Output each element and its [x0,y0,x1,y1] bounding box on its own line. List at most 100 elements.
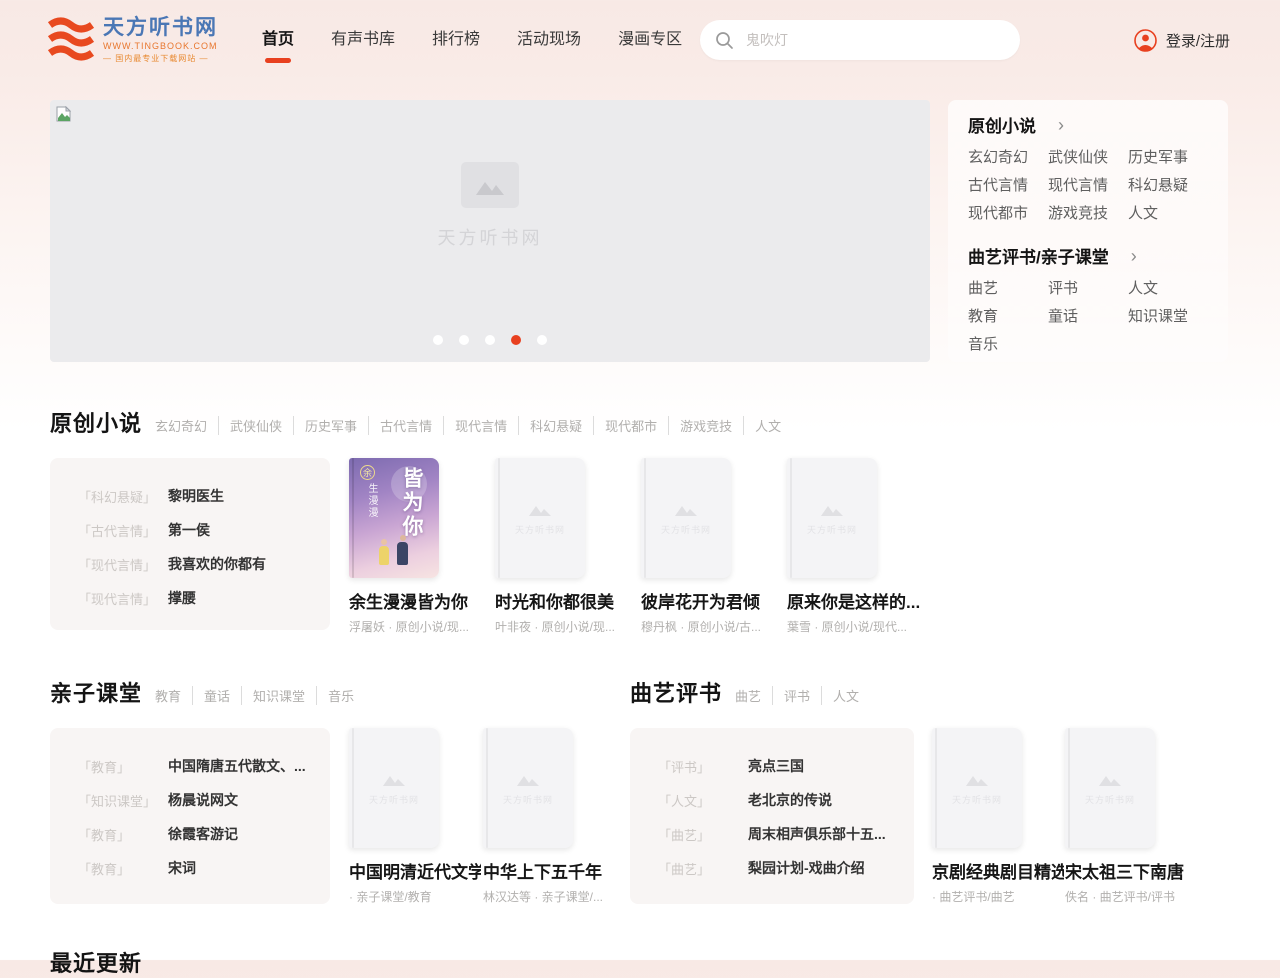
sidebar-link[interactable]: 古代言情 [968,172,1048,200]
image-placeholder-icon [1098,771,1122,787]
list-item[interactable]: 「教育」 徐霞客游记 [78,824,330,844]
book-card[interactable]: 天方听书网 原来你是这样的... 葉雪 · 原创小说/现代... [787,458,927,635]
carousel-dot-1[interactable] [433,335,443,345]
list-item[interactable]: 「评书」 亮点三国 [658,756,914,776]
section-tag[interactable]: 教育 [155,686,193,705]
nav-item-rankings[interactable]: 排行榜 [432,0,480,80]
sidebar-link[interactable]: 教育 [968,303,1048,331]
list-item[interactable]: 「曲艺」 周末相声俱乐部十五... [658,824,914,844]
list-item[interactable]: 「现代言情」 我喜欢的你都有 [78,554,330,574]
sidebar-link[interactable]: 童话 [1048,303,1128,331]
nav-item-events[interactable]: 活动现场 [517,0,581,80]
list-item-category: 「教育」 [78,757,168,776]
sidebar-link[interactable]: 游戏竞技 [1048,200,1128,228]
broken-image-icon [56,106,71,122]
book-card[interactable]: 天方听书网 中华上下五千年 林汉达等 · 亲子课堂/... [483,728,615,905]
section-title: 亲子课堂 [50,676,142,708]
user-avatar-icon [1134,29,1157,52]
logo-text: 天方听书网 WWW.TINGBOOK.COM — 国内最专业下载网站 — [103,17,218,64]
section-tag[interactable]: 人文 [744,416,792,435]
section-header-original-fiction: 原创小说 玄幻奇幻 武侠仙侠 历史军事 古代言情 现代言情 科幻悬疑 现代都市 … [50,406,792,438]
list-item-category: 「教育」 [78,859,168,878]
search-input[interactable] [746,32,996,48]
book-card[interactable]: 余 生漫漫 皆为你 余生漫漫皆为你 浮屠妖 · 原创小说/现... [349,458,489,635]
carousel-dot-3[interactable] [485,335,495,345]
section-tag[interactable]: 科幻悬疑 [519,416,594,435]
section-tag[interactable]: 现代言情 [444,416,519,435]
sidebar-link[interactable]: 人文 [1128,200,1208,228]
sidebar-link[interactable]: 知识课堂 [1128,303,1208,331]
section-tag[interactable]: 古代言情 [369,416,444,435]
section-tag[interactable]: 童话 [193,686,242,705]
carousel-dot-5[interactable] [537,335,547,345]
cover-watermark: 天方听书网 [369,793,419,806]
nav-item-home[interactable]: 首页 [262,0,294,80]
site-logo[interactable]: 天方听书网 WWW.TINGBOOK.COM — 国内最专业下载网站 — [48,17,218,64]
section-title: 曲艺评书 [630,676,722,708]
list-item-category: 「评书」 [658,757,748,776]
sidebar-link[interactable]: 评书 [1048,275,1128,303]
book-card[interactable]: 天方听书网 彼岸花开为君倾 穆丹枫 · 原创小说/古... [641,458,781,635]
list-item[interactable]: 「古代言情」 第一侯 [78,520,330,540]
sidebar-link[interactable]: 武侠仙侠 [1048,144,1128,172]
sidebar-link[interactable]: 玄幻奇幻 [968,144,1048,172]
book-card[interactable]: 天方听书网 京剧经典剧目精选 · 曲艺评书/曲艺 [932,728,1064,905]
carousel-dot-4-active[interactable] [511,335,521,345]
hot-list-quyi-pingshu: 「评书」 亮点三国 「人文」 老北京的传说 「曲艺」 周末相声俱乐部十五... … [630,728,914,904]
chevron-right-icon: › [1131,247,1137,265]
login-register[interactable]: 登录/注册 [1134,0,1230,80]
section-tag[interactable]: 评书 [773,686,822,705]
list-item-category: 「人文」 [658,791,748,810]
section-tag-list: 教育 童话 知识课堂 音乐 [155,686,365,705]
sidebar-group-quyi-kids[interactable]: 曲艺评书/亲子课堂 › [968,243,1208,268]
figure-man [397,542,408,565]
section-tag[interactable]: 现代都市 [594,416,669,435]
section-tag[interactable]: 人文 [822,686,870,705]
sidebar-link[interactable]: 人文 [1128,275,1208,303]
cover-side-text: 生漫漫 [364,483,379,519]
book-meta: 浮屠妖 · 原创小说/现... [349,618,489,635]
sidebar-link[interactable]: 曲艺 [968,275,1048,303]
book-card[interactable]: 天方听书网 时光和你都很美 叶非夜 · 原创小说/现... [495,458,635,635]
login-label: 登录/注册 [1166,30,1230,51]
list-item-title: 亮点三国 [748,756,804,776]
section-tag[interactable]: 音乐 [317,686,365,705]
list-item[interactable]: 「现代言情」 撑腰 [78,588,330,608]
book-cover-placeholder: 天方听书网 [1065,728,1155,848]
section-tag[interactable]: 游戏竞技 [669,416,744,435]
sidebar-link[interactable]: 现代言情 [1048,172,1128,200]
list-item[interactable]: 「教育」 中国隋唐五代散文、... [78,756,330,776]
list-item-category: 「古代言情」 [78,521,168,540]
nav-item-comics[interactable]: 漫画专区 [618,0,682,80]
logo-waves-icon [48,17,94,61]
section-header-kids-class: 亲子课堂 教育 童话 知识课堂 音乐 [50,676,365,708]
sidebar-link[interactable]: 现代都市 [968,200,1048,228]
nav-item-audio-library[interactable]: 有声书库 [331,0,395,80]
list-item[interactable]: 「科幻悬疑」 黎明医生 [78,486,330,506]
list-item[interactable]: 「知识课堂」 杨晨说网文 [78,790,330,810]
image-placeholder-icon [820,501,844,517]
section-tag[interactable]: 武侠仙侠 [219,416,294,435]
hot-list-kids-class: 「教育」 中国隋唐五代散文、... 「知识课堂」 杨晨说网文 「教育」 徐霞客游… [50,728,330,904]
section-tag[interactable]: 曲艺 [735,686,773,705]
sidebar-links-group-2: 曲艺 评书 人文 教育 童话 知识课堂 音乐 [968,275,1208,359]
carousel-dot-2[interactable] [459,335,469,345]
section-tag[interactable]: 知识课堂 [242,686,317,705]
chevron-right-icon: › [1058,116,1064,134]
hero-carousel[interactable]: 天方听书网 [50,100,930,362]
section-tag[interactable]: 玄幻奇幻 [155,416,219,435]
site-name: 天方听书网 [103,17,218,39]
list-item[interactable]: 「人文」 老北京的传说 [658,790,914,810]
sidebar-link[interactable]: 科幻悬疑 [1128,172,1208,200]
cover-main-text: 皆为你 [396,467,426,539]
book-card[interactable]: 天方听书网 宋太祖三下南唐 佚名 · 曲艺评书/评书 [1065,728,1197,905]
list-item-category: 「知识课堂」 [78,791,168,810]
list-item[interactable]: 「教育」 宋词 [78,858,330,878]
figure-girl [379,546,389,565]
book-card[interactable]: 天方听书网 中国明清近代文学 · 亲子课堂/教育 [349,728,481,905]
sidebar-link[interactable]: 音乐 [968,331,1048,359]
list-item[interactable]: 「曲艺」 梨园计划-戏曲介绍 [658,858,914,878]
sidebar-link[interactable]: 历史军事 [1128,144,1208,172]
sidebar-group-original-fiction[interactable]: 原创小说 › [968,112,1208,137]
section-tag[interactable]: 历史军事 [294,416,369,435]
